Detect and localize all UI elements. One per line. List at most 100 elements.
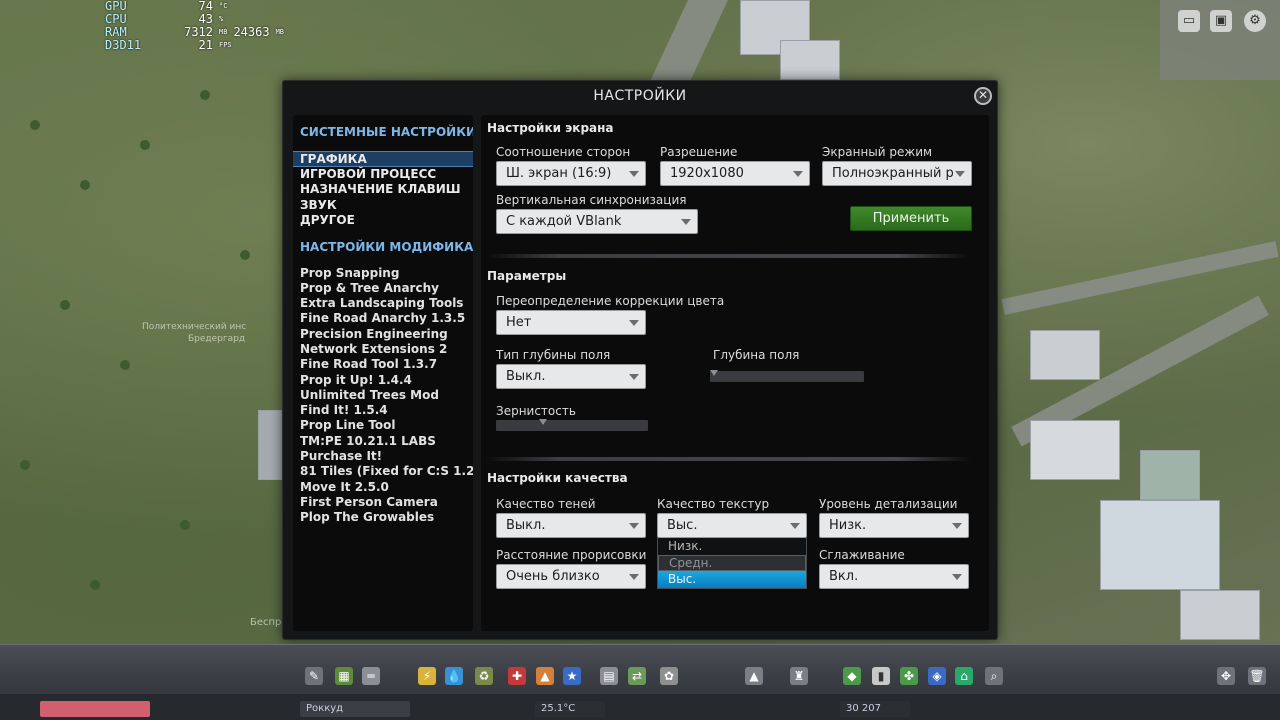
- sidebar-mod-item[interactable]: Prop it Up! 1.4.4: [293, 373, 473, 388]
- garbage-icon[interactable]: ♻: [475, 667, 493, 685]
- dof-slider[interactable]: [710, 370, 864, 382]
- vsync-dropdown[interactable]: С каждой VBlank: [496, 209, 698, 234]
- resolution-dropdown[interactable]: 1920x1080: [660, 161, 810, 186]
- sidebar-mod-item[interactable]: Prop & Tree Anarchy: [293, 281, 473, 296]
- sidebar-mod-item[interactable]: Purchase It!: [293, 449, 473, 464]
- shadow-quality-dropdown[interactable]: Выкл.: [496, 513, 646, 538]
- aspect-ratio-dropdown[interactable]: Ш. экран (16:9): [496, 161, 646, 186]
- option-medium[interactable]: Средн.: [658, 554, 806, 571]
- policies-icon[interactable]: ▮: [872, 667, 890, 685]
- sidebar-mod-item[interactable]: Prop Snapping: [293, 266, 473, 281]
- sidebar-mod-item[interactable]: TM:PE 10.21.1 LABS: [293, 434, 473, 449]
- map-label: Политехнический инс: [142, 322, 247, 332]
- chevron-down-icon: [629, 171, 639, 177]
- sidebar-item-sound[interactable]: ЗВУК: [293, 198, 473, 214]
- perf-unit: MB: [275, 28, 284, 36]
- close-icon[interactable]: ✕: [974, 87, 992, 105]
- status-bar: [0, 694, 1280, 720]
- sidebar-mod-item[interactable]: Find It! 1.5.4: [293, 403, 473, 418]
- building: [258, 410, 282, 480]
- gear-icon[interactable]: ⚙: [1244, 10, 1266, 32]
- dropdown-value: 1920x1080: [670, 166, 744, 181]
- dropdown-value: Выкл.: [506, 369, 546, 384]
- camera-icon[interactable]: ▭: [1178, 10, 1200, 32]
- sidebar-mod-item[interactable]: Extra Landscaping Tools: [293, 296, 473, 311]
- settings-dialog: НАСТРОЙКИ ✕ СИСТЕМНЫЕ НАСТРОЙКИ ГРАФИКА …: [282, 80, 998, 640]
- texture-quality-dropdown[interactable]: Выс.: [657, 513, 807, 538]
- beautification-icon[interactable]: ✿: [660, 667, 678, 685]
- sidebar-mod-item[interactable]: Unlimited Trees Mod: [293, 388, 473, 403]
- money-bar: [40, 701, 150, 717]
- perf-unit: FPS: [219, 41, 232, 49]
- chevron-down-icon: [681, 219, 691, 225]
- districts-icon[interactable]: ◆: [843, 667, 861, 685]
- tree: [30, 120, 40, 130]
- landscaping-icon[interactable]: ◈: [928, 667, 946, 685]
- chevron-down-icon: [790, 523, 800, 529]
- chevron-down-icon: [629, 320, 639, 326]
- sidebar-mod-item[interactable]: Network Extensions 2: [293, 342, 473, 357]
- system-settings-header[interactable]: СИСТЕМНЫЕ НАСТРОЙКИ: [293, 121, 473, 143]
- color-correction-dropdown[interactable]: Нет: [496, 310, 646, 335]
- option-high[interactable]: Выс.: [658, 571, 806, 588]
- antialiasing-dropdown[interactable]: Вкл.: [819, 564, 969, 589]
- roads-icon[interactable]: ═: [362, 667, 380, 685]
- police-icon[interactable]: ★: [563, 667, 581, 685]
- dof-label: Глубина поля: [713, 348, 800, 362]
- sidebar-item-keymapping[interactable]: НАЗНАЧЕНИЕ КЛАВИШ: [293, 182, 473, 198]
- transport-icon[interactable]: ⇄: [628, 667, 646, 685]
- sidebar-mod-item[interactable]: Prop Line Tool: [293, 418, 473, 433]
- draw-distance-dropdown[interactable]: Очень близко: [496, 564, 646, 589]
- graphics-panel: Настройки экрана Соотношение сторон Ш. э…: [481, 115, 989, 631]
- divider: [485, 457, 971, 461]
- bulldozer-icon[interactable]: ✎: [305, 667, 323, 685]
- apply-button[interactable]: Применить: [850, 206, 972, 231]
- dropdown-value: Выкл.: [506, 518, 546, 533]
- sidebar-mod-item[interactable]: Precision Engineering: [293, 327, 473, 342]
- electricity-icon[interactable]: ⚡: [418, 667, 436, 685]
- perf-row-gpu: GPU 74 °C: [105, 0, 284, 13]
- sidebar-mod-item[interactable]: Plop The Growables: [293, 510, 473, 525]
- mod-settings-header[interactable]: НАСТРОЙКИ МОДИФИКАЦИЙ: [293, 236, 473, 258]
- areas-icon[interactable]: ✤: [900, 667, 918, 685]
- sidebar-item-graphics[interactable]: ГРАФИКА: [293, 151, 473, 167]
- dof-type-dropdown[interactable]: Выкл.: [496, 364, 646, 389]
- wonders-icon[interactable]: ♜: [790, 667, 808, 685]
- search-icon[interactable]: ⌕: [985, 667, 1003, 685]
- info-views-icon[interactable]: ⌂: [955, 667, 973, 685]
- water-icon[interactable]: 💧: [445, 667, 463, 685]
- color-correction-label: Переопределение коррекции цвета: [496, 294, 725, 308]
- education-icon[interactable]: ▤: [600, 667, 618, 685]
- sidebar-mod-item[interactable]: 81 Tiles (Fixed for C:S 1.2+): [293, 464, 473, 479]
- tree: [90, 580, 100, 590]
- sidebar-item-other[interactable]: ДРУГОЕ: [293, 213, 473, 229]
- sidebar-mod-item[interactable]: First Person Camera: [293, 495, 473, 510]
- map-label: Беспр: [250, 617, 282, 628]
- sidebar-mod-item[interactable]: Fine Road Tool 1.3.7: [293, 357, 473, 372]
- grain-slider[interactable]: [496, 419, 648, 431]
- screen-mode-dropdown[interactable]: Полноэкранный р: [822, 161, 972, 186]
- building: [1030, 420, 1120, 480]
- screenshot-icon[interactable]: ▣: [1210, 10, 1232, 32]
- move-icon[interactable]: ✥: [1217, 667, 1235, 685]
- sidebar-mod-item[interactable]: Move It 2.5.0: [293, 480, 473, 495]
- dropdown-value: С каждой VBlank: [506, 214, 622, 229]
- slider-thumb[interactable]: [539, 419, 547, 425]
- lod-dropdown[interactable]: Низк.: [819, 513, 969, 538]
- sidebar-item-gameplay[interactable]: ИГРОВОЙ ПРОЦЕСС: [293, 167, 473, 183]
- dropdown-value: Полноэкранный р: [832, 166, 954, 181]
- perf-unit: %: [219, 15, 224, 23]
- healthcare-icon[interactable]: ✚: [508, 667, 526, 685]
- zoning-icon[interactable]: ▦: [335, 667, 353, 685]
- texture-quality-options: Низк. Средн. Выс.: [657, 538, 807, 589]
- monuments-icon[interactable]: ▲: [745, 667, 763, 685]
- perf-value-total: 24363: [233, 25, 270, 39]
- chevron-down-icon: [952, 523, 962, 529]
- trash-icon[interactable]: 🗑: [1248, 667, 1266, 685]
- perf-row-fps: D3D11 21 FPS: [105, 39, 284, 52]
- slider-thumb[interactable]: [710, 370, 718, 376]
- speed-indicator[interactable]: Роккуд: [300, 701, 410, 717]
- option-low[interactable]: Низк.: [658, 538, 806, 555]
- sidebar-mod-item[interactable]: Fine Road Anarchy 1.3.5: [293, 311, 473, 326]
- fire-icon[interactable]: ▲: [536, 667, 554, 685]
